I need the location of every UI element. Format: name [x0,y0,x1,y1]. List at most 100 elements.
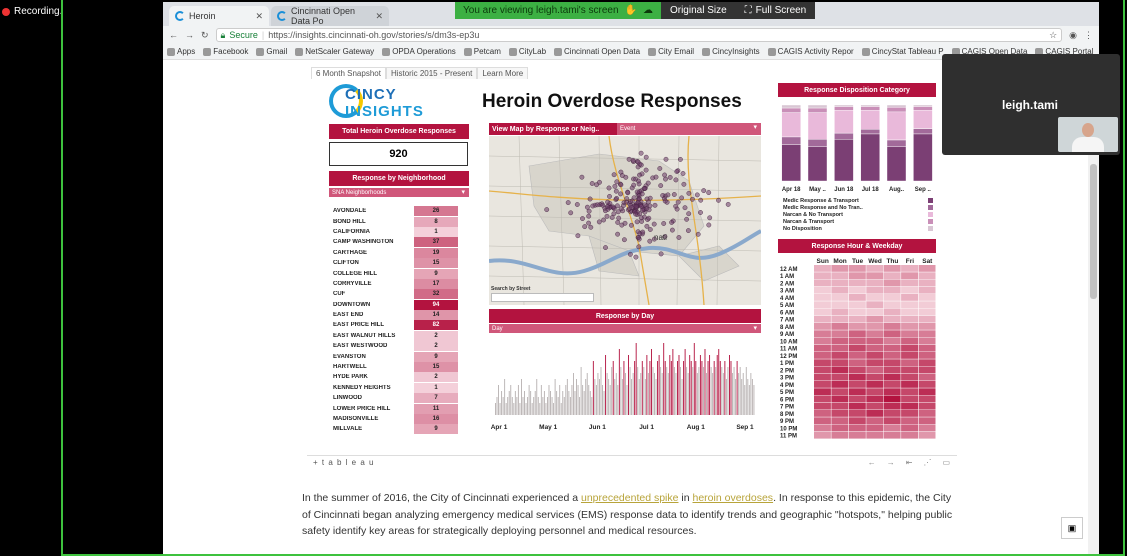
day-bar[interactable] [508,391,510,415]
day-bar[interactable] [709,355,711,415]
day-bar[interactable] [634,361,636,415]
day-bar[interactable] [537,397,539,415]
bookmark-item[interactable]: Facebook [203,47,248,56]
day-bar[interactable] [495,403,496,415]
event-dropdown[interactable]: Event [617,123,761,135]
day-bar[interactable] [741,379,743,415]
heatmap-cell[interactable] [918,323,936,330]
day-bar[interactable] [548,385,550,415]
bookmark-item[interactable]: CAGIS Activity Repor [767,47,854,56]
disposition-segment[interactable] [807,146,828,182]
day-bar[interactable] [673,367,675,415]
heatmap-cell[interactable] [814,366,831,374]
day-bar[interactable] [502,397,504,415]
day-bar[interactable] [722,373,724,415]
day-bar[interactable] [629,367,631,415]
day-bar[interactable] [655,379,657,415]
heatmap-cell[interactable] [883,279,901,287]
table-row[interactable]: CUF 32 [333,289,463,300]
heatmap-cell[interactable] [883,366,901,374]
day-bar[interactable] [742,373,744,415]
disposition-segment[interactable] [781,107,801,113]
table-row[interactable]: EAST WALNUT HILLS 2 [333,330,463,341]
day-bar[interactable] [670,361,672,415]
heatmap-cell[interactable] [883,359,901,367]
disposition-segment[interactable] [807,104,828,109]
heatmap-cell[interactable] [848,373,866,381]
menu-icon[interactable]: ⋮ [1084,30,1093,41]
disposition-segment[interactable] [860,110,880,130]
day-bar[interactable] [594,379,596,415]
day-bar[interactable] [695,361,697,415]
heatmap-cell[interactable] [848,431,866,439]
disposition-segment[interactable] [886,146,907,182]
heatmap-cell[interactable] [831,424,849,432]
day-bar[interactable] [614,379,616,415]
day-bar[interactable] [713,361,715,415]
day-bar[interactable] [675,373,677,415]
heatmap-cell[interactable] [831,417,849,425]
day-bar[interactable] [609,385,611,415]
reload-icon[interactable]: ↻ [201,30,209,41]
day-bar[interactable] [649,361,651,415]
heatmap-cell[interactable] [866,410,884,417]
table-row[interactable]: EVANSTON 9 [333,351,463,362]
day-bar[interactable] [507,397,509,415]
heatmap-cell[interactable] [918,337,936,345]
heatmap-cell[interactable] [901,388,918,396]
heatmap-cell[interactable] [831,294,849,301]
heatmap-cell[interactable] [901,373,918,381]
heatmap-cell[interactable] [918,417,936,425]
day-bar[interactable] [600,367,602,415]
day-bar[interactable] [571,385,573,415]
heatmap-cell[interactable] [883,402,901,410]
disposition-segment[interactable] [834,139,854,182]
revert-icon[interactable]: ⇤ [906,458,914,467]
day-bar[interactable] [660,367,662,415]
day-bar[interactable] [602,385,603,415]
heatmap-cell[interactable] [901,308,918,316]
heatmap-cell[interactable] [848,265,866,272]
day-bar[interactable] [611,367,613,415]
heatmap-cell[interactable] [848,381,866,388]
day-bar[interactable] [628,355,629,415]
day-bar[interactable] [626,385,628,415]
day-bar[interactable] [595,385,597,415]
heatmap-cell[interactable] [866,315,884,323]
day-bar[interactable] [547,397,548,415]
heatmap-cell[interactable] [831,323,849,330]
day-bar[interactable] [557,397,559,415]
bookmark-item[interactable]: NetScaler Gateway [295,47,374,56]
day-bar[interactable] [692,367,694,415]
table-row[interactable]: COLLEGE HILL 9 [333,268,463,279]
heatmap-cell[interactable] [814,424,831,432]
disposition-segment[interactable] [913,133,933,182]
daily-bar-chart[interactable]: Apr 1 May 1 Jun 1 Jul 1 Aug 1 Sep 1 [489,337,761,433]
day-bar[interactable] [591,397,593,415]
day-bar[interactable] [680,367,681,415]
day-bar[interactable] [724,361,726,415]
heatmap-cell[interactable] [883,323,901,330]
day-bar[interactable] [738,373,740,415]
day-bar[interactable] [686,367,688,415]
heatmap-cell[interactable] [901,330,918,338]
heatmap-cell[interactable] [918,395,936,403]
heatmap-cell[interactable] [866,424,884,432]
day-bar[interactable] [661,373,663,415]
disposition-segment[interactable] [781,144,801,182]
heatmap-cell[interactable] [866,337,884,345]
heatmap-cell[interactable] [883,286,901,294]
day-bar[interactable] [683,361,685,415]
heatmap-cell[interactable] [831,431,849,439]
heroin-overdoses-link[interactable]: heroin overdoses [693,492,774,504]
day-bar[interactable] [631,379,633,415]
day-bar[interactable] [536,379,538,415]
day-bar[interactable] [579,397,581,415]
disposition-segment[interactable] [834,106,854,111]
disposition-segment[interactable] [807,112,828,140]
heatmap-cell[interactable] [848,402,866,410]
heatmap-cell[interactable] [814,388,831,396]
heatmap-cell[interactable] [918,373,936,381]
day-bar[interactable] [522,397,524,415]
day-bar[interactable] [574,391,576,415]
